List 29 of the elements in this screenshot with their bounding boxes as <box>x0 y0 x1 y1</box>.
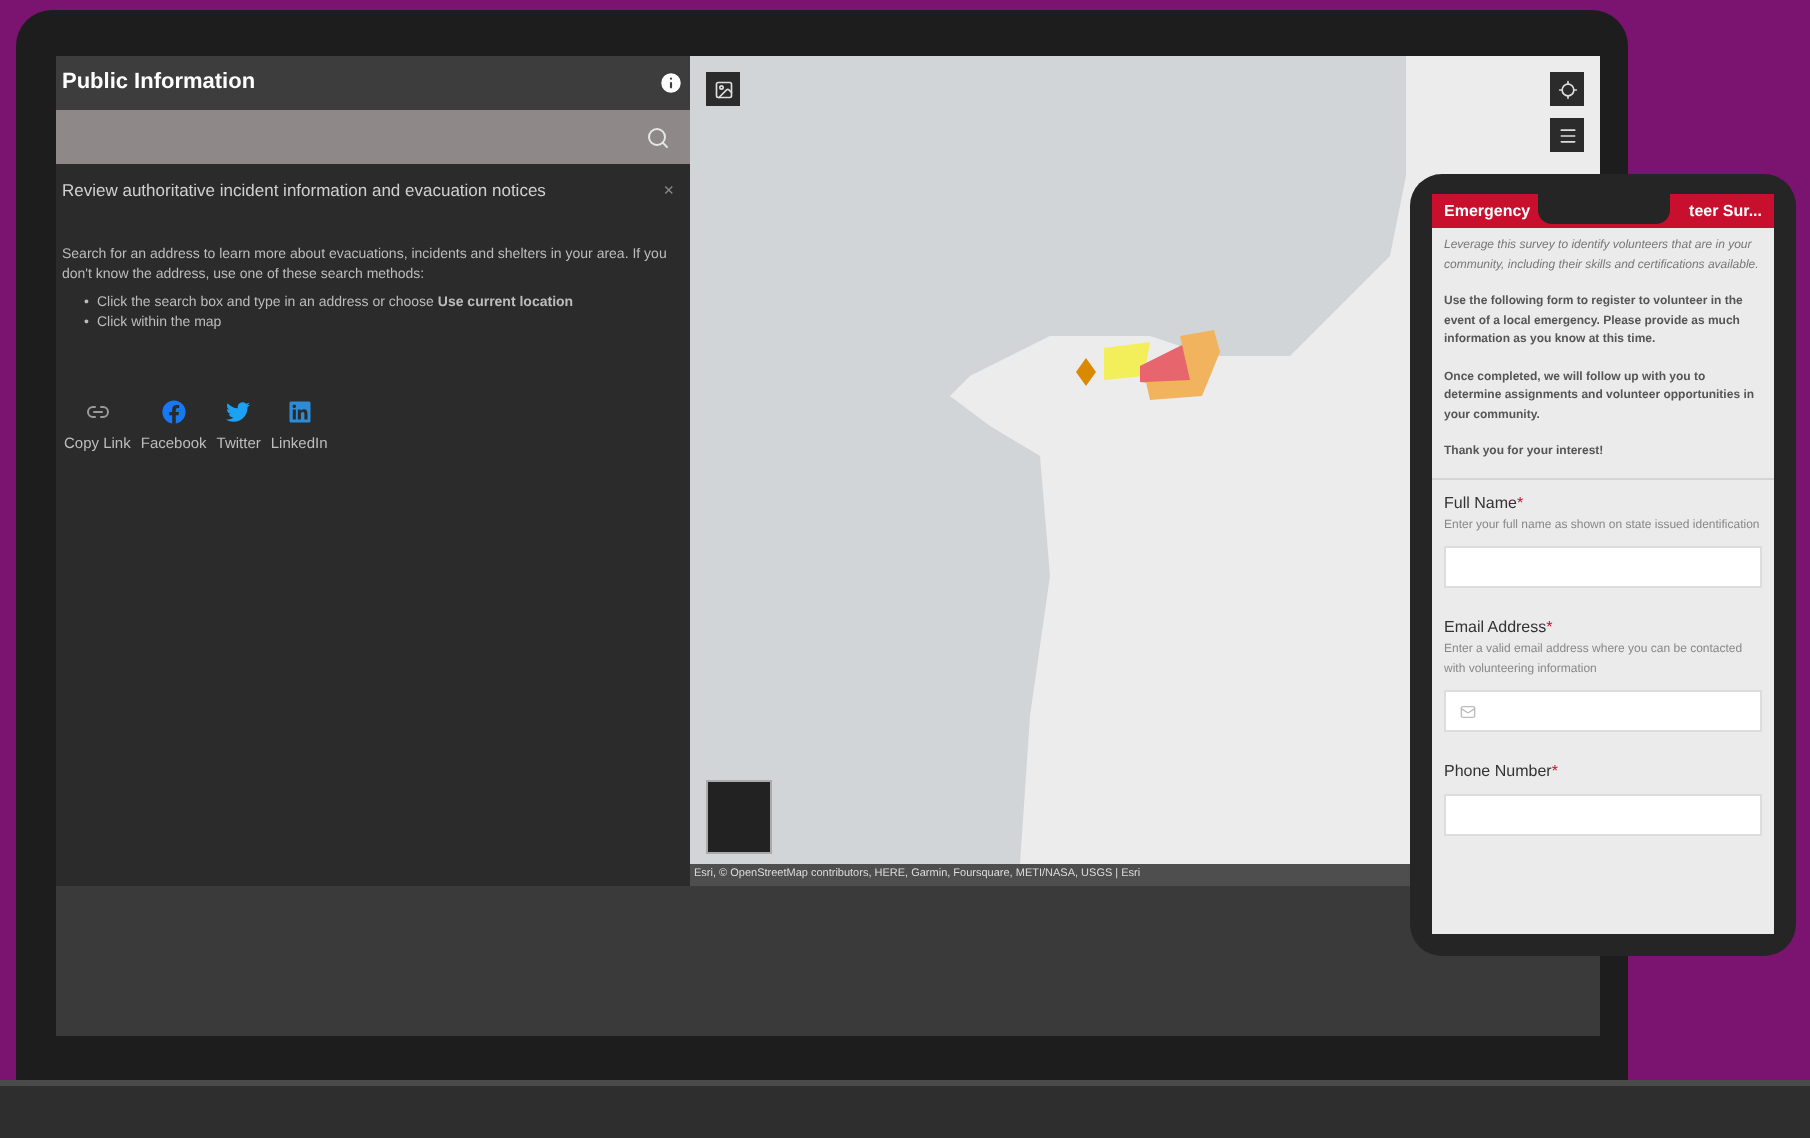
field-label: Full Name <box>1444 493 1517 511</box>
required-mark: * <box>1516 493 1524 511</box>
linkedin-icon <box>287 399 312 423</box>
layers-button[interactable] <box>1550 118 1584 152</box>
info-icon[interactable] <box>658 70 684 96</box>
menu-icon <box>1557 125 1577 145</box>
close-button[interactable]: × <box>663 178 674 205</box>
input-field[interactable] <box>1444 794 1762 836</box>
phone-notch <box>1538 194 1670 224</box>
field-label: Email Address <box>1444 618 1547 636</box>
input-field[interactable] <box>1444 546 1762 588</box>
locate-icon <box>1557 79 1577 99</box>
mail-icon <box>1460 703 1476 719</box>
search-icon[interactable] <box>646 125 670 149</box>
twitter-icon <box>226 399 251 423</box>
survey-title: teer Sur... <box>1689 199 1762 223</box>
input-field[interactable] <box>1444 690 1762 732</box>
survey-title: Emergency <box>1444 199 1531 223</box>
basemap-button[interactable] <box>706 72 740 106</box>
panel-title: Public Information <box>62 68 256 99</box>
notice-title: Review authoritative incident information and evacuation notices <box>62 178 546 205</box>
required-mark: * <box>1546 618 1553 636</box>
overview-map <box>706 780 772 854</box>
image-icon <box>713 79 733 99</box>
required-mark: * <box>1551 762 1558 780</box>
field-label: Phone Number <box>1444 762 1552 780</box>
search-field[interactable] <box>56 110 690 164</box>
locate-button[interactable] <box>1550 72 1584 106</box>
facebook-icon <box>161 399 186 423</box>
